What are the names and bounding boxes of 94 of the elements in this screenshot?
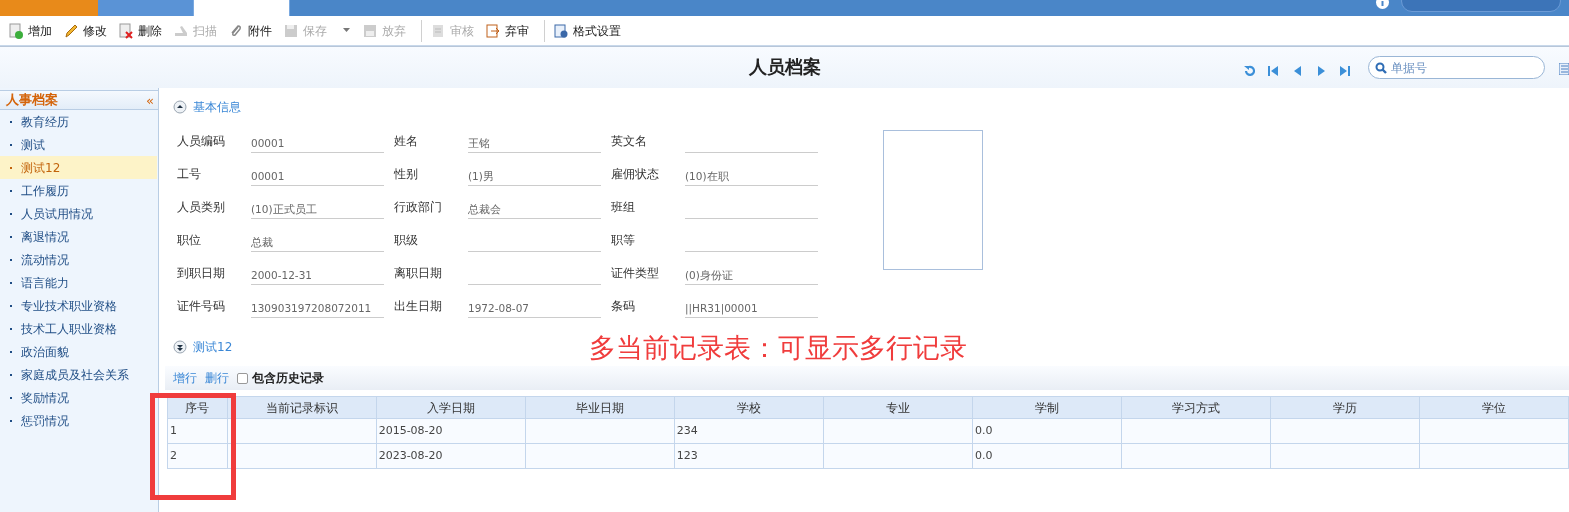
table-cell: 2023-08-20 [376,443,526,469]
field-label: 职位 [176,232,202,249]
field-label: 条码 [610,298,636,315]
save-icon [283,22,299,39]
field-label: 职级 [393,232,419,249]
next-icon[interactable] [1315,65,1327,77]
input-field[interactable]: (10)正式员工 [251,192,384,219]
section-title: 基本信息 [193,99,241,116]
search-icon [1375,61,1387,74]
sidebar-item[interactable]: 政治面貌 [0,340,157,363]
input-field[interactable]: 总裁 [251,225,384,252]
page-title: 人员档案 [748,55,821,79]
settings-icon [553,22,569,39]
discard-icon [362,22,378,39]
column-header[interactable]: 学位 [1419,396,1569,419]
table-cell: 2 [167,443,228,469]
input-field[interactable]: (10)在职 [685,159,818,186]
column-header[interactable]: 学制 [972,396,1122,419]
sidebar-item[interactable]: 流动情况 [0,248,157,271]
sidebar-item[interactable]: 语言能力 [0,271,157,294]
sidebar-item[interactable]: 测试12 [0,156,157,179]
input-field[interactable]: 王铭 [468,126,601,153]
field-label: 英文名 [610,133,648,150]
toolbar-button[interactable]: 格式设置 [551,18,630,43]
toolbar-button[interactable]: 附件 [226,18,281,43]
toolbar-button[interactable]: 修改 [61,18,116,43]
sidebar-item[interactable]: 教育经历 [0,110,157,133]
delete-icon [118,22,134,39]
panel-title: 人事档案 [6,91,58,110]
table-cell: 1 [167,418,228,444]
sidebar-item[interactable]: 奖励情况 [0,386,157,409]
field-label: 职等 [610,232,636,249]
sidebar-item[interactable]: 离退情况 [0,225,157,248]
column-header[interactable]: 毕业日期 [525,396,675,419]
column-header[interactable]: 当前记录标识 [227,396,377,419]
column-header[interactable]: 入学日期 [376,396,526,419]
input-field[interactable]: 2000-12-31 [251,258,384,285]
search-field[interactable]: 单据号 [1368,56,1545,79]
action-link[interactable]: 删行 [205,369,229,387]
input-field[interactable]: ||HR31|00001 [685,291,818,318]
field-label: 人员类别 [176,199,226,216]
toolbar-button[interactable]: 弃审 [483,18,538,43]
column-header[interactable]: 专业 [823,396,973,419]
action-link[interactable]: 增行 [173,369,197,387]
input-field[interactable]: 00001 [251,126,384,153]
sidebar-item[interactable]: 家庭成员及社会关系 [0,363,157,386]
paperclip-icon [228,22,244,39]
sidebar-item[interactable]: 测试 [0,133,157,156]
field-label: 证件号码 [176,298,226,315]
toolbar-button[interactable]: 增加 [6,18,61,43]
input-field[interactable]: 1972-08-07 [468,291,601,318]
field-label: 工号 [176,166,202,183]
field-label: 姓名 [393,133,419,150]
field-label: 行政部门 [393,199,443,216]
field-label: 雇佣状态 [610,166,660,183]
column-header[interactable]: 学校 [674,396,824,419]
table-cell: 123 [674,443,824,469]
column-header[interactable]: 学习方式 [1121,396,1271,419]
input-field[interactable]: 00001 [251,159,384,186]
column-header[interactable]: 学历 [1270,396,1420,419]
field-label: 到职日期 [176,265,226,282]
field-label: 性别 [393,166,419,183]
table-cell: 0.0 [972,443,1122,469]
table-cell: 0.0 [972,418,1122,444]
input-field[interactable]: 130903197208072011 [251,291,384,318]
toolbar-button[interactable]: 删除 [116,18,171,43]
sidebar-item[interactable]: 工作履历 [0,179,157,202]
table-cell: 2015-08-20 [376,418,526,444]
field-label: 人员编码 [176,133,226,150]
field-label: 离职日期 [393,265,443,282]
input-field[interactable]: (1)男 [468,159,601,186]
annotation-text: 多当前记录表：可显示多行记录 [589,331,967,365]
input-field[interactable]: (0)身份证 [685,258,818,285]
last-icon[interactable] [1339,65,1351,77]
sidebar-item[interactable]: 人员试用情况 [0,202,157,225]
first-icon[interactable] [1267,65,1279,77]
sidebar-item[interactable]: 技术工人职业资格 [0,317,157,340]
field-label: 出生日期 [393,298,443,315]
column-header[interactable]: 序号 [167,396,228,419]
expand-icon[interactable] [173,340,187,354]
collapse-icon[interactable] [173,100,187,114]
field-label: 证件类型 [610,265,660,282]
clipboard-icon [430,22,446,39]
refresh-icon[interactable] [1243,65,1255,77]
input-field[interactable]: 总裁会 [468,192,601,219]
pencil-icon [63,22,79,39]
field-label: 班组 [610,199,636,216]
section-title: 测试12 [193,339,233,356]
table-cell: 234 [674,418,824,444]
history-checkbox[interactable]: 包含历史记录 [237,369,324,387]
list-icon [1559,63,1569,75]
document-icon [8,22,24,39]
sidebar-item[interactable]: 惩罚情况 [0,409,157,432]
sidebar-item[interactable]: 专业技术职业资格 [0,294,157,317]
